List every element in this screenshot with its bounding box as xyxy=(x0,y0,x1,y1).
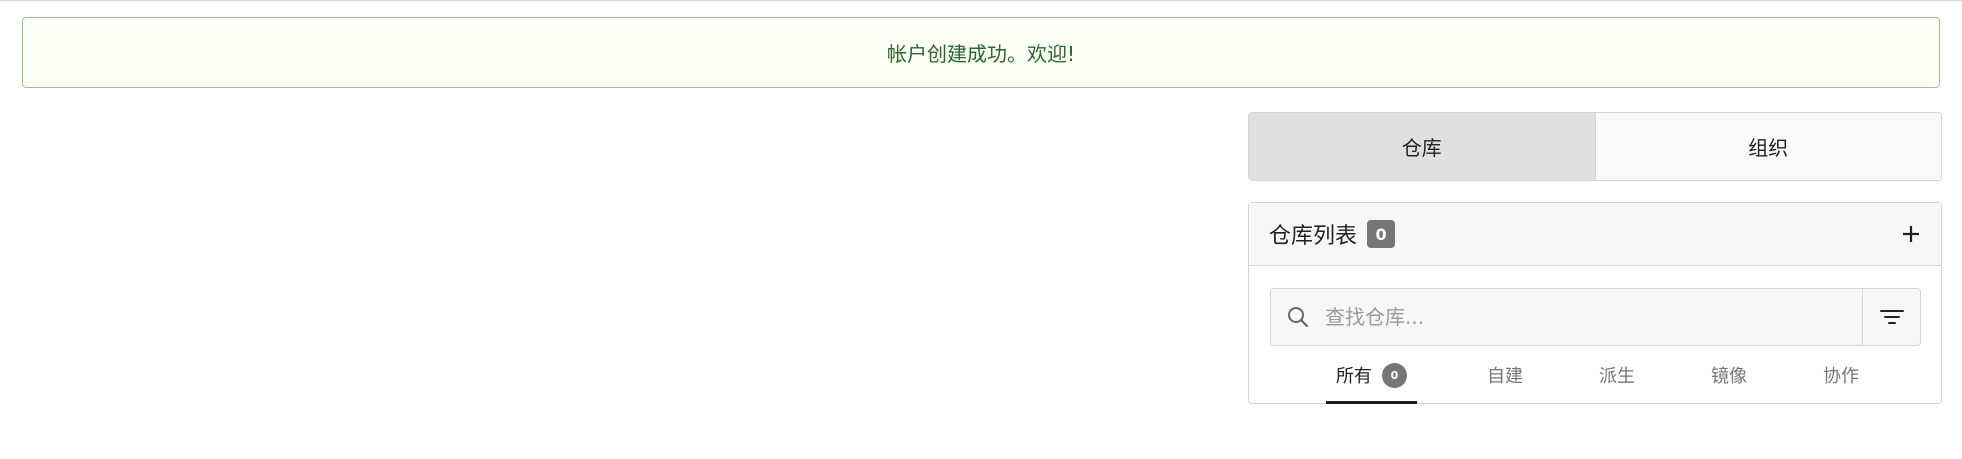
filter-tab-sources[interactable]: 自建 xyxy=(1480,346,1530,404)
repo-filter-tabs: 所有 0 自建 派生 镜像 协作 xyxy=(1249,346,1941,404)
plus-icon xyxy=(1903,226,1919,242)
success-flash-message: 帐户创建成功。欢迎! xyxy=(22,17,1940,88)
filter-tab-all-count: 0 xyxy=(1382,362,1407,388)
filter-icon xyxy=(1879,310,1904,324)
repo-count-badge: 0 xyxy=(1367,220,1396,248)
filter-button[interactable] xyxy=(1862,289,1920,345)
tab-organizations-label: 组织 xyxy=(1748,136,1789,160)
filter-tab-all-label: 所有 xyxy=(1336,366,1372,387)
repo-list-panel: 仓库列表 0 所有 0 自建 派生 xyxy=(1248,202,1942,404)
filter-tab-forks[interactable]: 派生 xyxy=(1592,346,1642,404)
repo-search-row xyxy=(1270,288,1921,346)
dashboard-tabs: 仓库 组织 xyxy=(1248,112,1942,181)
tab-organizations[interactable]: 组织 xyxy=(1594,113,1941,180)
repo-search-input[interactable] xyxy=(1323,304,1847,330)
filter-tab-mirrors[interactable]: 镜像 xyxy=(1704,346,1754,404)
filter-tab-mirrors-label: 镜像 xyxy=(1711,366,1747,387)
filter-tab-sources-label: 自建 xyxy=(1487,366,1523,387)
filter-tab-all[interactable]: 所有 0 xyxy=(1326,346,1417,404)
filter-tab-collaborative[interactable]: 协作 xyxy=(1816,346,1866,404)
flash-text: 帐户创建成功。欢迎! xyxy=(886,42,1076,66)
top-divider xyxy=(0,0,1962,1)
tab-repositories-label: 仓库 xyxy=(1401,136,1442,160)
filter-tab-forks-label: 派生 xyxy=(1599,366,1635,387)
repo-list-title: 仓库列表 xyxy=(1269,224,1358,249)
search-field-wrapper xyxy=(1271,289,1862,345)
add-repo-button[interactable] xyxy=(1897,220,1925,248)
search-icon xyxy=(1288,307,1309,328)
filter-tab-collaborative-label: 协作 xyxy=(1823,366,1859,387)
tab-repositories[interactable]: 仓库 xyxy=(1249,113,1595,180)
repo-list-header: 仓库列表 0 xyxy=(1249,203,1941,266)
